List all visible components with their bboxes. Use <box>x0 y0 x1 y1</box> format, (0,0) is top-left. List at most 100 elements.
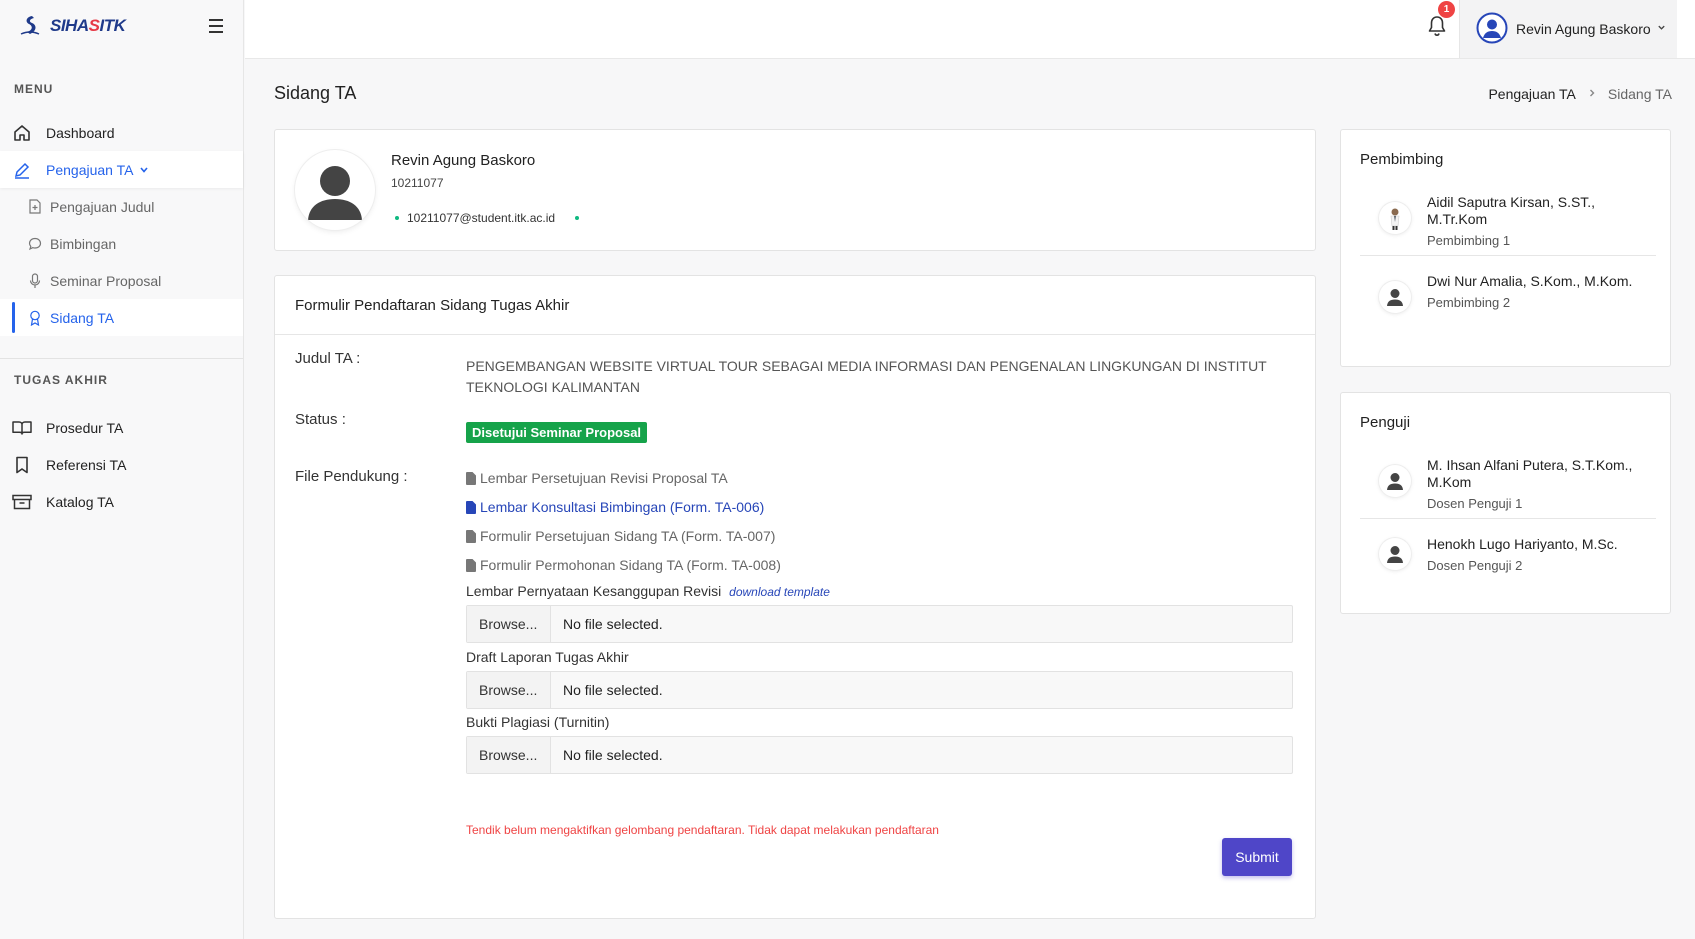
sidebar-item-label: Katalog TA <box>46 493 114 510</box>
sidebar-subitem-pengajuan-judul[interactable]: Pengajuan Judul <box>0 188 243 225</box>
home-icon <box>12 123 32 143</box>
file-input-revisi[interactable]: Browse... No file selected. <box>466 605 1293 643</box>
files-label: File Pendukung : <box>295 468 408 485</box>
chevron-down-icon <box>139 162 149 178</box>
award-icon <box>28 310 42 326</box>
user-name: Revin Agung Baskoro <box>1516 21 1651 37</box>
user-avatar-icon <box>1476 12 1508 47</box>
file-link-persetujuan-sidang[interactable]: Formulir Persetujuan Sidang TA (Form. TA… <box>466 528 775 544</box>
upload-label-draft: Draft Laporan Tugas Akhir <box>466 649 629 665</box>
menu-toggle-icon[interactable] <box>205 15 227 37</box>
pdf-icon <box>466 471 476 485</box>
browse-button[interactable]: Browse... <box>467 606 551 642</box>
file-link-label: Formulir Permohonan Sidang TA (Form. TA-… <box>480 557 781 573</box>
judul-value: PENGEMBANGAN WEBSITE VIRTUAL TOUR SEBAGA… <box>466 358 1267 395</box>
file-link-permohonan-sidang[interactable]: Formulir Permohonan Sidang TA (Form. TA-… <box>466 557 781 573</box>
pdf-icon <box>466 500 476 514</box>
profile-name: Revin Agung Baskoro <box>391 152 536 169</box>
app-logo[interactable]: SIHASITK <box>18 14 126 38</box>
person-name: Henokh Lugo Hariyanto, M.Sc. <box>1427 536 1618 552</box>
book-icon <box>12 418 32 438</box>
submit-button[interactable]: Submit <box>1222 838 1292 876</box>
browse-button[interactable]: Browse... <box>467 737 551 773</box>
file-link-konsultasi-bimbingan[interactable]: Lembar Konsultasi Bimbingan (Form. TA-00… <box>466 499 764 515</box>
avatar <box>1379 465 1411 497</box>
download-template-link[interactable]: download template <box>729 585 830 599</box>
list-divider <box>1360 518 1656 519</box>
archive-icon <box>12 492 32 512</box>
chevron-down-icon <box>1657 23 1666 35</box>
breadcrumb-current: Sidang TA <box>1607 86 1672 102</box>
bookmark-icon <box>12 455 32 475</box>
file-status: No file selected. <box>563 747 663 763</box>
bullet-dot <box>575 216 580 220</box>
avatar <box>1379 281 1411 313</box>
user-menu[interactable]: Revin Agung Baskoro <box>1459 0 1677 58</box>
person-role: Pembimbing 2 <box>1427 295 1511 310</box>
logo-icon <box>18 14 42 38</box>
menu-section-title: MENU <box>14 82 54 96</box>
sidebar-item-dashboard[interactable]: Dashboard <box>0 114 243 151</box>
list-item: Aidil Saputra Kirsan, S.ST., M.Tr.Kom Pe… <box>1360 194 1656 248</box>
sidebar-item-label: Prosedur TA <box>46 419 124 436</box>
pembimbing-card: Pembimbing Aidil Saputra Kirsan, S.ST., … <box>1340 129 1671 367</box>
pdf-icon <box>466 529 476 543</box>
list-item: Henokh Lugo Hariyanto, M.Sc. Dosen Pengu… <box>1360 536 1656 573</box>
browse-button[interactable]: Browse... <box>467 672 551 708</box>
person-name: Dwi Nur Amalia, S.Kom., M.Kom. <box>1427 273 1633 289</box>
notification-badge: 1 <box>1438 1 1455 18</box>
sidebar-subitem-bimbingan[interactable]: Bimbingan <box>0 225 243 262</box>
sidebar-subitem-label: Seminar Proposal <box>50 272 162 289</box>
pdf-icon <box>466 558 476 572</box>
breadcrumb-pengajuan-ta[interactable]: Pengajuan TA <box>1488 86 1575 102</box>
sidebar-item-label: Referensi TA <box>46 456 127 473</box>
bullet-dot <box>395 216 399 220</box>
sidebar-item-pengajuan-ta[interactable]: Pengajuan TA <box>0 151 243 188</box>
profile-contact: 10211077@student.itk.ac.id <box>395 211 580 225</box>
sidebar-subitem-label: Sidang TA <box>50 309 115 326</box>
list-item: Dwi Nur Amalia, S.Kom., M.Kom. Pembimbin… <box>1360 273 1656 313</box>
profile-card: Revin Agung Baskoro 10211077 10211077@st… <box>274 129 1316 251</box>
list-item: M. Ihsan Alfani Putera, S.T.Kom., M.Kom … <box>1360 457 1656 511</box>
sidebar-subitem-sidang-ta[interactable]: Sidang TA <box>0 299 243 336</box>
file-link-label: Lembar Konsultasi Bimbingan (Form. TA-00… <box>480 499 765 515</box>
upload-label-turnitin: Bukti Plagiasi (Turnitin) <box>466 714 610 730</box>
person-role: Pembimbing 1 <box>1427 233 1511 248</box>
sidebar-header: SIHASITK <box>0 0 243 52</box>
file-link-revisi-proposal[interactable]: Lembar Persetujuan Revisi Proposal TA <box>466 470 728 486</box>
sidebar-subitem-label: Bimbingan <box>50 235 117 252</box>
file-plus-icon <box>28 199 42 215</box>
sidebar-divider <box>0 358 243 359</box>
profile-email: 10211077@student.itk.ac.id <box>407 211 556 225</box>
person-name: Aidil Saputra Kirsan, S.ST., M.Tr.Kom <box>1427 194 1596 227</box>
mic-icon <box>28 272 42 289</box>
judul-label: Judul TA : <box>295 350 361 367</box>
top-header: 1 Revin Agung Baskoro <box>245 0 1695 59</box>
chat-icon <box>28 236 42 252</box>
profile-avatar <box>295 150 375 230</box>
sidebar-item-prosedur-ta[interactable]: Prosedur TA <box>0 409 243 446</box>
penguji-title: Penguji <box>1360 414 1411 431</box>
list-divider <box>1360 255 1656 256</box>
upload-label-text: Lembar Pernyataan Kesanggupan Revisi <box>466 583 722 599</box>
person-role: Dosen Penguji 2 <box>1427 558 1523 573</box>
sidebar-item-label: Dashboard <box>46 124 115 141</box>
breadcrumb: Pengajuan TA Sidang TA <box>1488 86 1672 102</box>
person-name: M. Ihsan Alfani Putera, S.T.Kom., M.Kom <box>1427 457 1633 490</box>
warning-message: Tendik belum mengaktifkan gelombang pend… <box>466 823 939 837</box>
penguji-card: Penguji M. Ihsan Alfani Putera, S.T.Kom.… <box>1340 392 1671 614</box>
status-label: Status : <box>295 411 346 428</box>
person-role: Dosen Penguji 1 <box>1427 496 1523 511</box>
upload-label-revisi: Lembar Pernyataan Kesanggupan Revisi dow… <box>466 583 830 599</box>
avatar <box>1379 202 1411 234</box>
form-title: Formulir Pendaftaran Sidang Tugas Akhir <box>275 276 1315 335</box>
sidebar-subitem-seminar-proposal[interactable]: Seminar Proposal <box>0 262 243 299</box>
sidebar-item-referensi-ta[interactable]: Referensi TA <box>0 446 243 483</box>
sidebar-item-katalog-ta[interactable]: Katalog TA <box>0 483 243 520</box>
file-link-label: Lembar Persetujuan Revisi Proposal TA <box>480 470 728 486</box>
logo-text: SIHASITK <box>50 16 126 35</box>
status-badge: Disetujui Seminar Proposal <box>466 422 648 443</box>
file-input-turnitin[interactable]: Browse... No file selected. <box>466 736 1293 774</box>
registration-form-card: Formulir Pendaftaran Sidang Tugas Akhir … <box>274 275 1316 919</box>
file-input-draft[interactable]: Browse... No file selected. <box>466 671 1293 709</box>
